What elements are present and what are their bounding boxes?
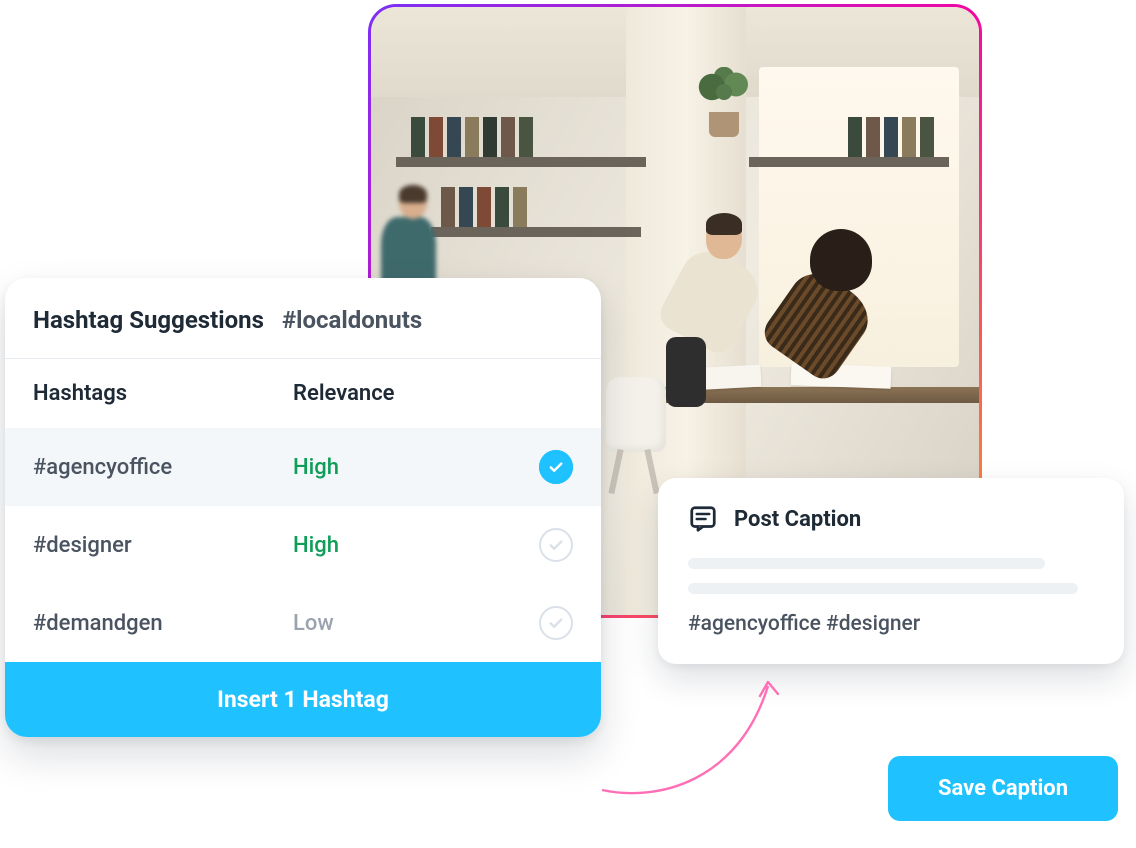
caption-icon — [688, 504, 718, 534]
hashtag-relevance: High — [293, 455, 539, 480]
checkmark-selected-icon[interactable] — [539, 450, 573, 484]
checkmark-empty-icon[interactable] — [539, 528, 573, 562]
flow-arrow-icon — [598, 672, 798, 812]
caption-text: #agencyoffice #designer — [688, 612, 1094, 636]
hashtag-tag: #demandgen — [33, 611, 293, 636]
caption-placeholder-line — [688, 583, 1078, 594]
post-caption-card: Post Caption #agencyoffice #designer — [658, 478, 1124, 664]
column-hashtags-label: Hashtags — [33, 381, 293, 406]
checkmark-empty-icon[interactable] — [539, 606, 573, 640]
panel-header: Hashtag Suggestions #localdonuts — [5, 278, 601, 358]
caption-placeholder-line — [688, 558, 1045, 569]
current-hashtag: #localdonuts — [282, 306, 422, 334]
insert-hashtag-button[interactable]: Insert 1 Hashtag — [5, 662, 601, 737]
hashtag-row[interactable]: #demandgen Low — [5, 584, 601, 662]
hashtag-tag: #designer — [33, 533, 293, 558]
column-relevance-label: Relevance — [293, 381, 573, 406]
hashtag-relevance: High — [293, 533, 539, 558]
save-caption-button[interactable]: Save Caption — [888, 756, 1118, 821]
hashtag-suggestions-panel: Hashtag Suggestions #localdonuts Hashtag… — [5, 278, 601, 737]
hashtag-row[interactable]: #designer High — [5, 506, 601, 584]
hashtag-row[interactable]: #agencyoffice High — [5, 428, 601, 506]
hashtag-tag: #agencyoffice — [33, 455, 293, 480]
caption-title: Post Caption — [734, 507, 861, 532]
table-header: Hashtags Relevance — [5, 359, 601, 428]
caption-header: Post Caption — [688, 504, 1094, 534]
hashtag-relevance: Low — [293, 611, 539, 636]
panel-title: Hashtag Suggestions — [33, 306, 264, 334]
